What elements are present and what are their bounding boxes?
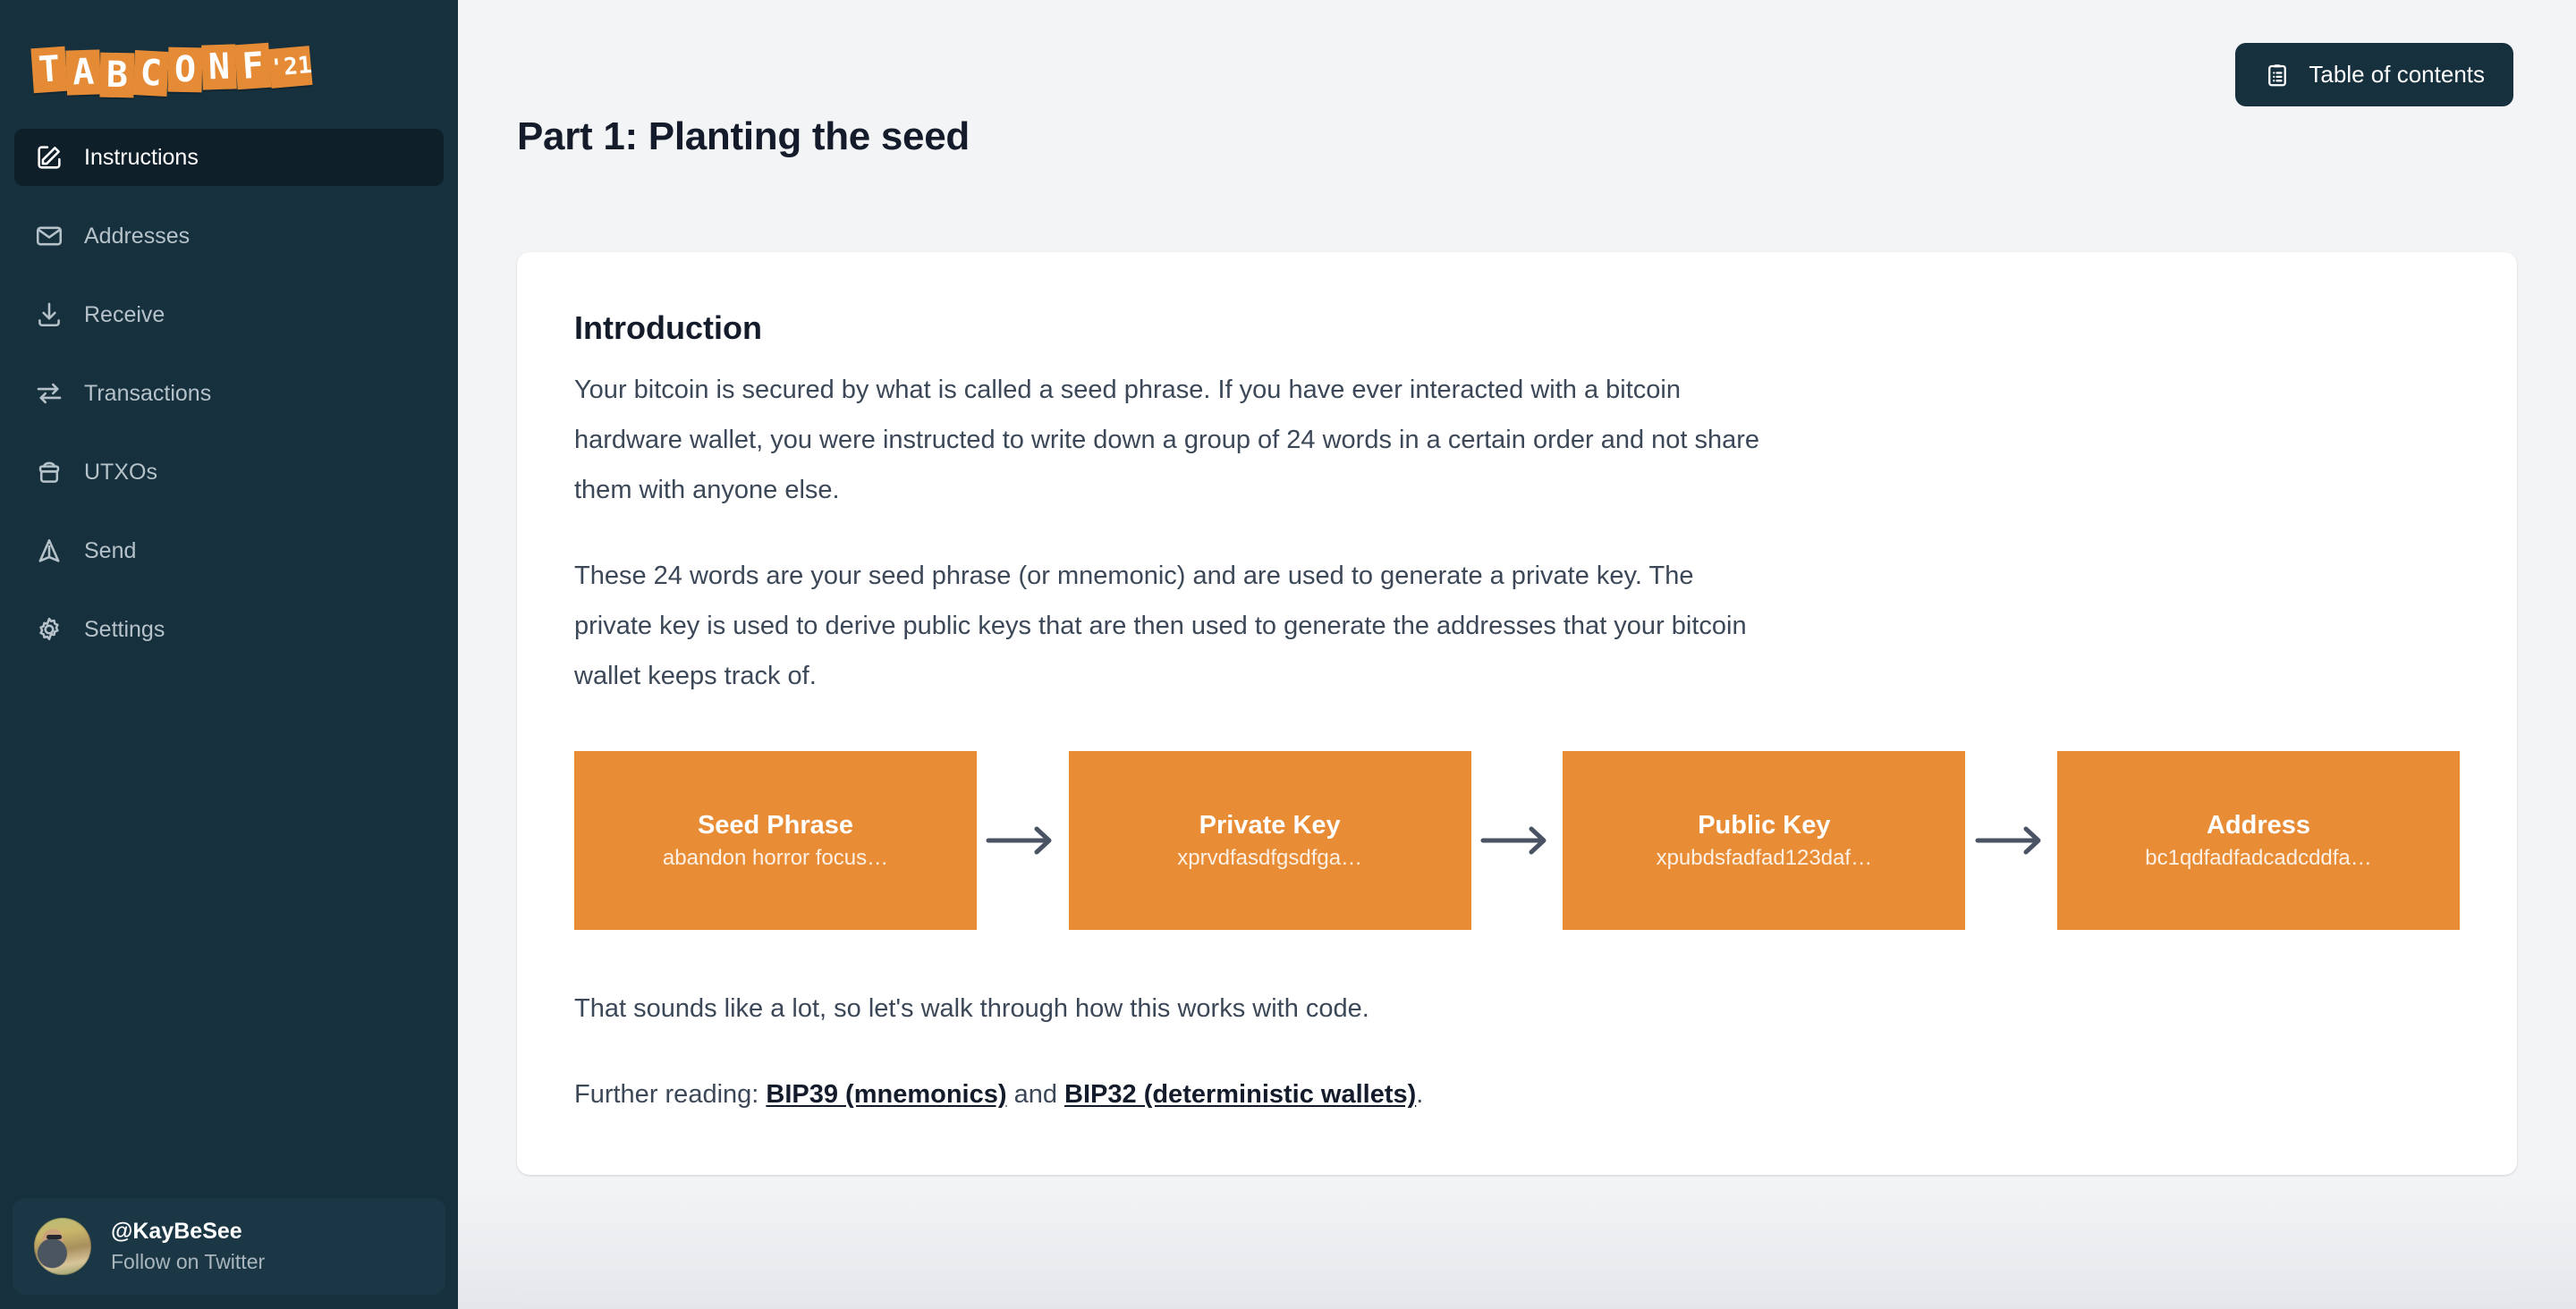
derivation-flow-diagram: Seed Phrase abandon horror focus… Privat… bbox=[574, 751, 2461, 930]
sidebar-item-label: Transactions bbox=[84, 380, 212, 406]
logo-letter: C bbox=[132, 50, 169, 97]
sidebar-item-settings[interactable]: Settings bbox=[14, 601, 444, 658]
sidebar-item-label: Receive bbox=[84, 301, 165, 327]
sidebar-item-label: UTXOs bbox=[84, 459, 157, 485]
flow-box-title: Public Key bbox=[1698, 810, 1831, 840]
paragraph-1: Your bitcoin is secured by what is calle… bbox=[574, 376, 1760, 504]
instructions-card: Introduction Your bitcoin is secured by … bbox=[517, 252, 2517, 1175]
further-reading-paragraph: Further reading: BIP39 (mnemonics) and B… bbox=[574, 1069, 1764, 1119]
flow-box-seed-phrase: Seed Phrase abandon horror focus… bbox=[574, 751, 977, 930]
download-icon bbox=[34, 300, 64, 330]
page-title: Part 1: Planting the seed bbox=[517, 114, 970, 158]
sidebar-item-label: Send bbox=[84, 537, 137, 563]
sidebar-item-label: Settings bbox=[84, 616, 165, 642]
sidebar-item-receive[interactable]: Receive bbox=[14, 286, 444, 343]
sidebar-item-label: Addresses bbox=[84, 223, 191, 249]
sidebar-nav: Instructions Addresses Receive Transacti… bbox=[0, 129, 458, 680]
transfer-arrows-icon bbox=[34, 378, 64, 409]
sidebar-item-label: Instructions bbox=[84, 144, 199, 170]
flow-box-subtitle: abandon horror focus… bbox=[662, 845, 889, 870]
logo-letter: A bbox=[65, 49, 102, 96]
flow-box-address: Address bc1qdfadfadcadcddfa… bbox=[2057, 751, 2461, 930]
table-of-contents-button[interactable]: Table of contents bbox=[2235, 43, 2513, 106]
clipboard-list-icon bbox=[2264, 62, 2291, 89]
avatar bbox=[34, 1218, 91, 1275]
flow-box-title: Address bbox=[2206, 810, 2311, 840]
logo-letter: F bbox=[234, 42, 272, 90]
bip39-link[interactable]: BIP39 (mnemonics) bbox=[766, 1080, 1006, 1109]
flow-arrow-icon bbox=[1965, 821, 2057, 860]
profile-handle: @KayBeSee bbox=[111, 1219, 242, 1244]
envelope-icon bbox=[34, 221, 64, 251]
app-root: T A B C O N F '21 Instructions Addresses… bbox=[0, 0, 2576, 1309]
logo-letter: B bbox=[99, 52, 135, 98]
logo-letter: T bbox=[30, 46, 68, 94]
further-reading-suffix: . bbox=[1416, 1080, 1424, 1109]
main-content: Table of contents Part 1: Planting the s… bbox=[458, 0, 2576, 1309]
logo-letter: N bbox=[201, 44, 237, 90]
profile-subtitle: Follow on Twitter bbox=[111, 1250, 266, 1273]
gear-icon bbox=[34, 614, 64, 645]
flow-box-title: Seed Phrase bbox=[697, 810, 854, 840]
flow-box-title: Private Key bbox=[1199, 810, 1341, 840]
further-reading-joiner: and bbox=[1006, 1080, 1065, 1109]
next-section-card bbox=[517, 1286, 2517, 1309]
app-logo[interactable]: T A B C O N F '21 bbox=[0, 0, 458, 125]
sidebar-item-send[interactable]: Send bbox=[14, 522, 444, 579]
sidebar: T A B C O N F '21 Instructions Addresses… bbox=[0, 0, 458, 1309]
flow-box-subtitle: xpubdsfadfad123daf… bbox=[1656, 845, 1873, 870]
tabconf-logo-tiles: T A B C O N F '21 bbox=[30, 35, 313, 98]
sidebar-item-transactions[interactable]: Transactions bbox=[14, 365, 444, 422]
paragraph-2: These 24 words are your seed phrase (or … bbox=[574, 562, 1747, 690]
flow-arrow-icon bbox=[977, 821, 1069, 860]
logo-year: '21 bbox=[267, 46, 313, 89]
safe-box-icon bbox=[34, 457, 64, 487]
flow-box-private-key: Private Key xprvdfasdfgsdfga… bbox=[1068, 751, 1471, 930]
flow-arrow-icon bbox=[1471, 821, 1563, 860]
flow-box-subtitle: bc1qdfadfadcadcddfa… bbox=[2145, 845, 2372, 870]
edit-square-icon bbox=[34, 142, 64, 173]
card-heading: Introduction bbox=[574, 309, 762, 346]
further-reading-prefix: Further reading: bbox=[574, 1080, 767, 1109]
flow-box-subtitle: xprvdfasdfgsdfga… bbox=[1177, 845, 1363, 870]
paper-plane-icon bbox=[34, 536, 64, 566]
sidebar-item-addresses[interactable]: Addresses bbox=[14, 207, 444, 265]
paragraph-3: That sounds like a lot, so let's walk th… bbox=[574, 994, 1369, 1023]
logo-letter: O bbox=[167, 46, 203, 93]
bip32-link[interactable]: BIP32 (deterministic wallets) bbox=[1064, 1080, 1416, 1109]
sidebar-item-utxos[interactable]: UTXOs bbox=[14, 443, 444, 501]
sidebar-item-instructions[interactable]: Instructions bbox=[14, 129, 444, 186]
profile-text: @KayBeSee Follow on Twitter bbox=[111, 1219, 265, 1274]
table-of-contents-label: Table of contents bbox=[2309, 61, 2485, 88]
profile-card[interactable]: @KayBeSee Follow on Twitter bbox=[13, 1198, 445, 1295]
flow-box-public-key: Public Key xpubdsfadfad123daf… bbox=[1563, 751, 1966, 930]
